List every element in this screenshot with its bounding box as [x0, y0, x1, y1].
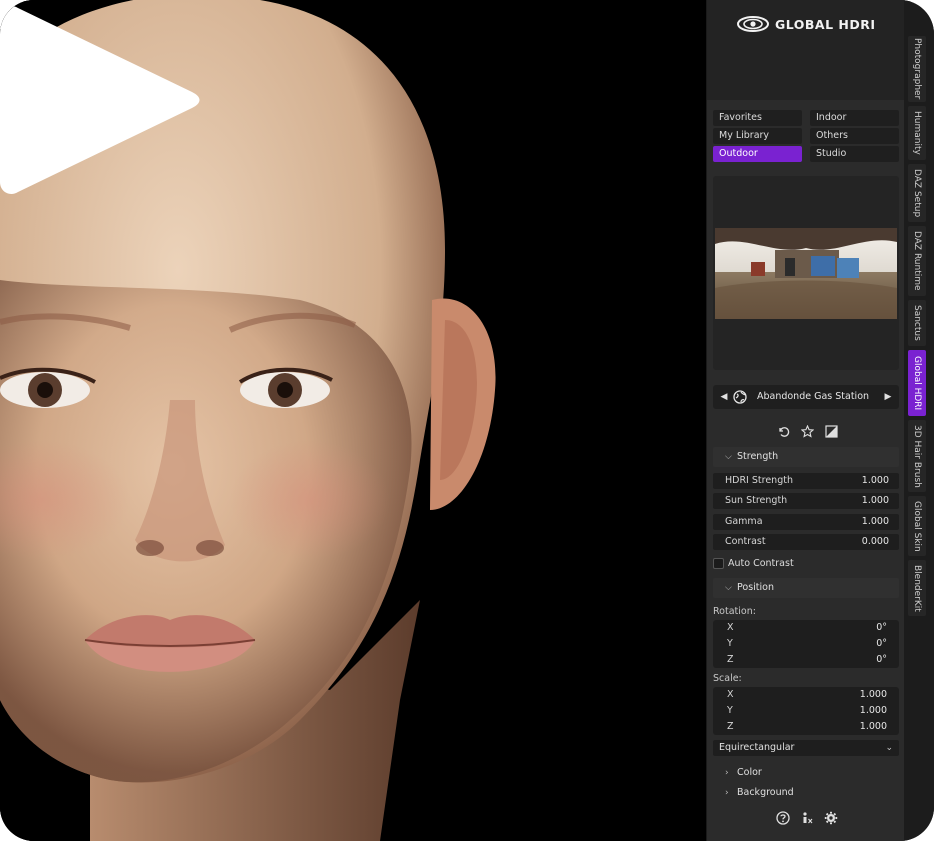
- axis-label: Y: [727, 638, 733, 649]
- auto-contrast-checkbox[interactable]: [713, 557, 724, 569]
- tab-sanctus[interactable]: Sanctus: [908, 300, 926, 346]
- background-section-header[interactable]: › Background: [713, 784, 899, 802]
- rotation-x-field[interactable]: X 0°: [713, 620, 899, 636]
- rotation-z-field[interactable]: Z 0°: [713, 652, 899, 668]
- category-favorites-button[interactable]: Favorites: [713, 110, 802, 126]
- axis-label: Y: [727, 705, 733, 716]
- hdri-action-row: [775, 423, 839, 441]
- axis-label: Z: [727, 721, 734, 732]
- logo-mark-icon: [737, 16, 769, 32]
- panel-header: GLOBAL HDRI: [707, 0, 905, 100]
- contrast-icon[interactable]: [823, 423, 839, 439]
- scale-y-field[interactable]: Y 1.000: [713, 703, 899, 719]
- triangle-left-icon[interactable]: ◀: [717, 385, 731, 409]
- field-label: Gamma: [725, 516, 763, 527]
- hdri-strength-field[interactable]: HDRI Strength 1.000: [713, 473, 899, 489]
- field-value: 1.000: [861, 516, 889, 527]
- strength-section-title: Strength: [737, 451, 779, 462]
- chevron-right-icon: ›: [725, 768, 729, 778]
- gamma-field[interactable]: Gamma 1.000: [713, 514, 899, 530]
- projection-dropdown[interactable]: Equirectangular ⌄: [713, 740, 899, 756]
- help-icon[interactable]: [775, 810, 791, 826]
- tab-global-skin[interactable]: Global Skin: [908, 496, 926, 556]
- tab-global-hdri[interactable]: Global HDRI: [908, 350, 926, 416]
- chevron-right-icon: ›: [725, 788, 729, 798]
- tab-photographer[interactable]: Photographer: [908, 36, 926, 102]
- hdri-preview-panel[interactable]: [713, 176, 899, 370]
- tab-daz-runtime[interactable]: DAZ Runtime: [908, 226, 926, 296]
- sun-strength-field[interactable]: Sun Strength 1.000: [713, 493, 899, 509]
- field-value: 1.000: [861, 495, 889, 506]
- tab-3d-hair-brush[interactable]: 3D Hair Brush: [908, 420, 926, 492]
- scale-fields: X 1.000 Y 1.000 Z 1.000: [713, 687, 899, 735]
- app-window: GLOBAL HDRI Favorites Indoor My Library …: [0, 0, 934, 841]
- position-section-title: Position: [737, 582, 774, 593]
- sidebar-tab-strip: Photographer Humanity DAZ Setup DAZ Runt…: [904, 0, 934, 841]
- axis-value: 0°: [876, 622, 887, 633]
- reset-icon[interactable]: [775, 423, 791, 439]
- field-label: Contrast: [725, 536, 766, 547]
- info-icon[interactable]: [799, 810, 815, 826]
- axis-value: 1.000: [859, 689, 887, 700]
- strength-section-header[interactable]: ⌵ Strength: [713, 447, 899, 467]
- axis-label: X: [727, 689, 734, 700]
- logo-text: GLOBAL HDRI: [775, 16, 876, 32]
- hdri-name-label: Abandonde Gas Station: [756, 391, 870, 402]
- color-section-header[interactable]: › Color: [713, 764, 899, 782]
- contrast-field[interactable]: Contrast 0.000: [713, 534, 899, 550]
- globe-icon: [733, 390, 747, 404]
- hdri-preview-thumbnail[interactable]: [715, 228, 897, 319]
- field-label: HDRI Strength: [725, 475, 793, 486]
- category-my-library-button[interactable]: My Library: [713, 128, 802, 144]
- panel-footer-icons: [775, 810, 839, 826]
- category-indoor-button[interactable]: Indoor: [810, 110, 899, 126]
- background-section-title: Background: [737, 787, 794, 798]
- axis-value: 1.000: [859, 721, 887, 732]
- star-icon[interactable]: [799, 423, 815, 439]
- color-section-title: Color: [737, 767, 762, 778]
- position-section-header[interactable]: ⌵ Position: [713, 578, 899, 598]
- category-others-button[interactable]: Others: [810, 128, 899, 144]
- axis-label: Z: [727, 654, 734, 665]
- render-viewport[interactable]: [0, 0, 706, 841]
- global-hdri-panel: GLOBAL HDRI Favorites Indoor My Library …: [706, 0, 905, 841]
- field-value: 0.000: [861, 536, 889, 547]
- axis-value: 0°: [876, 654, 887, 665]
- field-label: Sun Strength: [725, 495, 788, 506]
- chevron-down-icon: ⌵: [725, 583, 732, 593]
- rotation-fields: X 0° Y 0° Z 0°: [713, 620, 899, 668]
- category-grid: Favorites Indoor My Library Others Outdo…: [713, 110, 899, 162]
- auto-contrast-label: Auto Contrast: [728, 557, 794, 569]
- axis-value: 0°: [876, 638, 887, 649]
- rotation-y-field[interactable]: Y 0°: [713, 636, 899, 652]
- projection-value: Equirectangular: [719, 742, 795, 753]
- tab-humanity[interactable]: Humanity: [908, 106, 926, 160]
- chevron-down-icon: ⌄: [885, 743, 893, 753]
- chevron-down-icon: ⌵: [725, 452, 732, 462]
- tab-daz-setup[interactable]: DAZ Setup: [908, 164, 926, 222]
- auto-contrast-toggle[interactable]: Auto Contrast: [713, 556, 794, 570]
- scale-label: Scale:: [713, 673, 742, 684]
- tab-blenderkit[interactable]: BlenderKit: [908, 560, 926, 616]
- play-icon[interactable]: [0, 0, 202, 200]
- global-hdri-logo: GLOBAL HDRI: [737, 16, 876, 32]
- triangle-right-icon[interactable]: ▶: [881, 385, 895, 409]
- hdri-navigator: ◀ Abandonde Gas Station ▶: [713, 385, 899, 409]
- axis-value: 1.000: [859, 705, 887, 716]
- scale-x-field[interactable]: X 1.000: [713, 687, 899, 703]
- category-studio-button[interactable]: Studio: [810, 146, 899, 162]
- axis-label: X: [727, 622, 734, 633]
- scale-z-field[interactable]: Z 1.000: [713, 719, 899, 735]
- settings-icon[interactable]: [823, 810, 839, 826]
- field-value: 1.000: [861, 475, 889, 486]
- category-outdoor-button[interactable]: Outdoor: [713, 146, 802, 162]
- rotation-label: Rotation:: [713, 606, 756, 617]
